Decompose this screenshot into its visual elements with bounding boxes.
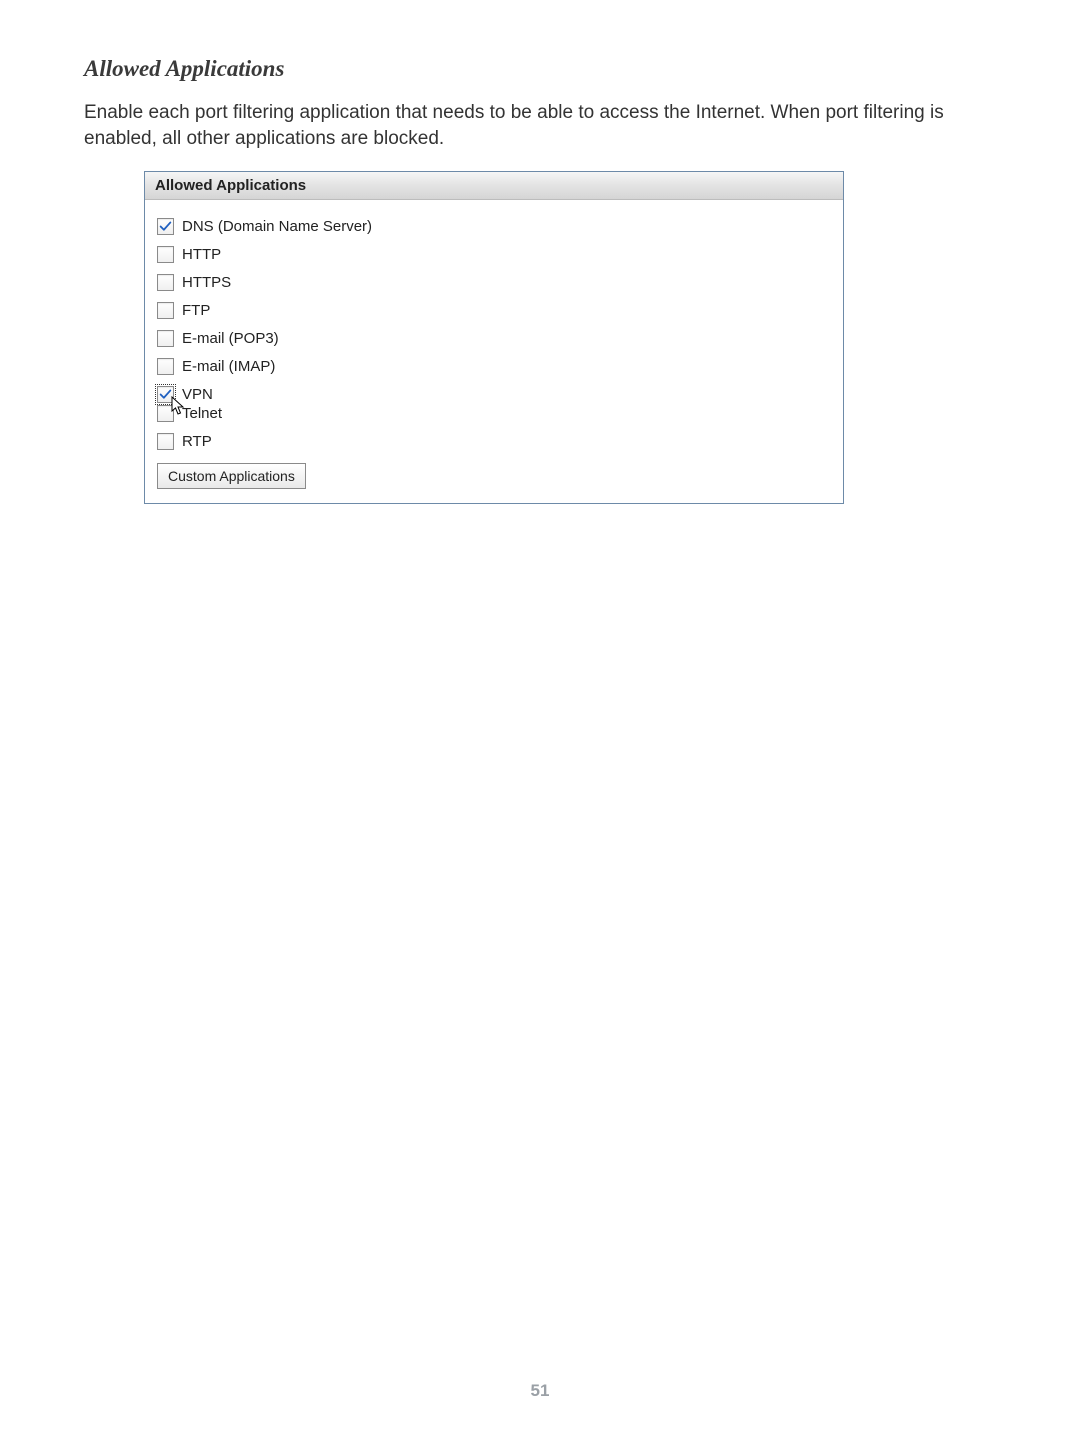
checkbox-vpn[interactable] (157, 386, 174, 403)
page-content: Allowed Applications Enable each port fi… (0, 0, 1080, 504)
app-label: FTP (182, 302, 210, 319)
checkbox-ftp[interactable] (157, 302, 174, 319)
app-label: HTTP (182, 246, 221, 263)
custom-applications-button[interactable]: Custom Applications (157, 463, 306, 489)
app-label: Telnet (182, 405, 222, 422)
checkbox-email-pop3[interactable] (157, 330, 174, 347)
app-row-vpn[interactable]: VPN (157, 382, 831, 407)
checkbox-dns[interactable] (157, 218, 174, 235)
section-description: Enable each port filtering application t… (84, 100, 996, 151)
app-row-email-imap[interactable]: E-mail (IMAP) (157, 354, 831, 379)
allowed-applications-panel: Allowed Applications DNS (Domain Name Se… (144, 171, 844, 504)
checkmark-icon (159, 220, 172, 233)
checkmark-icon (159, 388, 172, 401)
app-label: DNS (Domain Name Server) (182, 218, 372, 235)
app-label: VPN (182, 386, 213, 403)
app-label: E-mail (IMAP) (182, 358, 275, 375)
checkbox-http[interactable] (157, 246, 174, 263)
panel-body: DNS (Domain Name Server) HTTP HTTPS FTP (145, 200, 843, 503)
section-title: Allowed Applications (84, 56, 996, 82)
app-row-http[interactable]: HTTP (157, 242, 831, 267)
checkbox-https[interactable] (157, 274, 174, 291)
panel-header: Allowed Applications (145, 172, 843, 200)
page-number: 51 (0, 1381, 1080, 1401)
app-label: RTP (182, 433, 212, 450)
app-row-email-pop3[interactable]: E-mail (POP3) (157, 326, 831, 351)
app-label: HTTPS (182, 274, 231, 291)
app-label: E-mail (POP3) (182, 330, 279, 347)
app-row-ftp[interactable]: FTP (157, 298, 831, 323)
app-row-https[interactable]: HTTPS (157, 270, 831, 295)
app-row-telnet[interactable]: Telnet (157, 405, 831, 426)
app-row-rtp[interactable]: RTP (157, 429, 831, 454)
checkbox-email-imap[interactable] (157, 358, 174, 375)
checkbox-telnet[interactable] (157, 405, 174, 422)
checkbox-rtp[interactable] (157, 433, 174, 450)
app-row-dns[interactable]: DNS (Domain Name Server) (157, 214, 831, 239)
